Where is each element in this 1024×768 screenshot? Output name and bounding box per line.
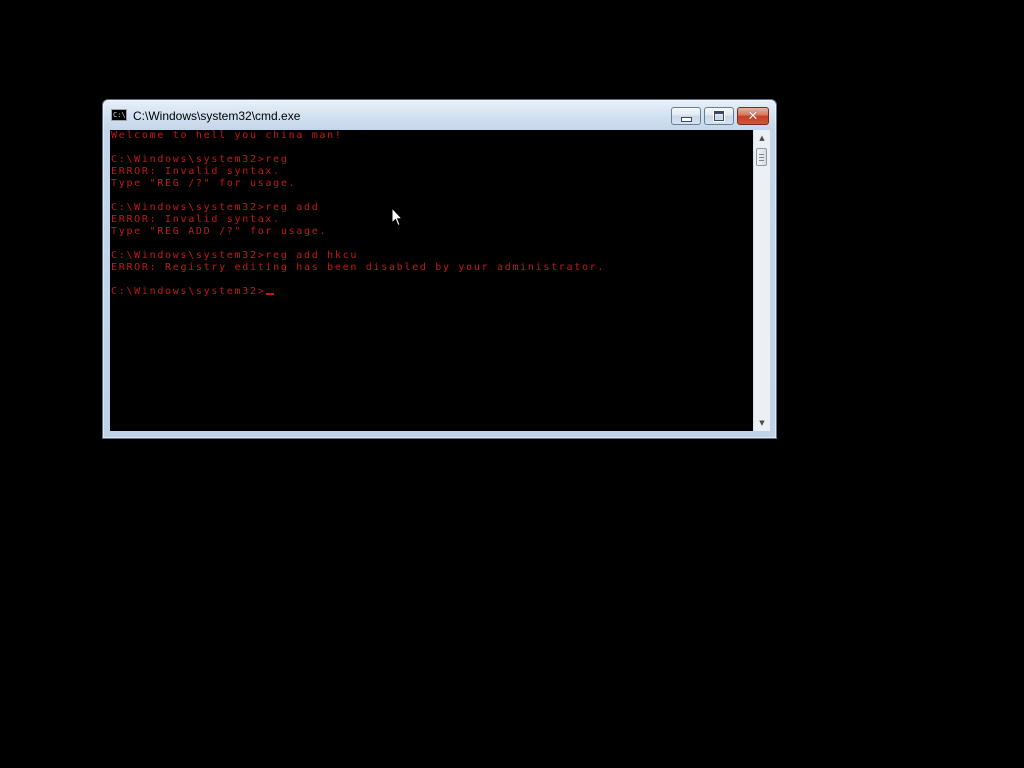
console-area[interactable]: Welcome to hell you china man! C:\Windows…	[110, 130, 753, 431]
console-line: Type "REG /?" for usage.	[111, 178, 297, 189]
prompt-line[interactable]: C:\Windows\system32>	[111, 286, 753, 298]
console-line: ERROR: Invalid syntax.	[111, 166, 281, 177]
scroll-up-arrow-icon[interactable]: ▲	[754, 130, 770, 146]
console-output: Welcome to hell you china man! C:\Windows…	[110, 130, 753, 298]
prompt-text: C:\Windows\system32>	[111, 286, 266, 297]
console-line: C:\Windows\system32>reg add	[111, 202, 320, 213]
cmd-window[interactable]: C:\ C:\Windows\system32\cmd.exe ✕ Welcom…	[102, 99, 777, 439]
window-title: C:\Windows\system32\cmd.exe	[133, 109, 301, 123]
close-icon: ✕	[747, 108, 759, 124]
desktop: C:\ C:\Windows\system32\cmd.exe ✕ Welcom…	[0, 0, 1024, 768]
maximize-button[interactable]	[704, 107, 734, 125]
scroll-thumb[interactable]	[756, 148, 767, 166]
grip-line	[759, 157, 764, 158]
vertical-scrollbar[interactable]: ▲ ▼	[753, 130, 770, 431]
console-line: C:\Windows\system32>reg	[111, 154, 289, 165]
cmd-app-icon[interactable]: C:\	[111, 109, 127, 121]
console-line: Type "REG ADD /?" for usage.	[111, 226, 328, 237]
title-bar[interactable]: C:\ C:\Windows\system32\cmd.exe ✕	[103, 100, 776, 130]
grip-line	[759, 160, 764, 161]
minimize-button[interactable]	[671, 107, 701, 125]
console-line: C:\Windows\system32>reg add hkcu	[111, 250, 359, 261]
minimize-icon	[680, 116, 692, 122]
console-line: ERROR: Registry editing has been disable…	[111, 262, 606, 273]
mouse-pointer-icon	[391, 207, 403, 227]
console-line: ERROR: Invalid syntax.	[111, 214, 281, 225]
close-button[interactable]: ✕	[737, 107, 769, 125]
text-cursor	[266, 293, 275, 295]
console-line: Welcome to hell you china man!	[111, 130, 343, 141]
maximize-icon	[714, 111, 724, 121]
scroll-down-arrow-icon[interactable]: ▼	[754, 415, 770, 431]
grip-line	[759, 154, 764, 155]
